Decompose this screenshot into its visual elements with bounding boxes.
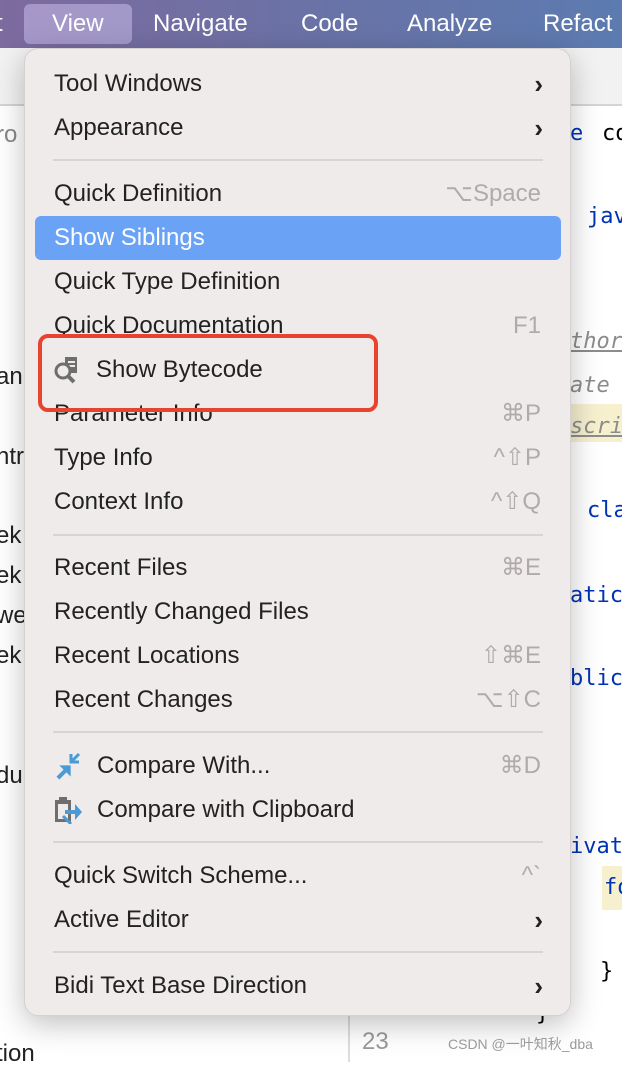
menu-separator [53, 841, 543, 843]
menu-item-recent-files[interactable]: Recent Files ⌘E [35, 546, 561, 590]
menu-item-label: Compare With... [97, 752, 271, 779]
menu-item-label: Show Siblings [54, 224, 205, 251]
menu-separator [53, 159, 543, 161]
menu-item-context-info[interactable]: Context Info ^⇧Q [35, 480, 561, 524]
menu-item-label: Recent Changes [54, 686, 233, 713]
menu-item-show-siblings[interactable]: Show Siblings [35, 216, 561, 260]
menu-item-type-info[interactable]: Type Info ^⇧P [35, 436, 561, 480]
menu-item-recent-locations[interactable]: Recent Locations ⇧⌘E [35, 634, 561, 678]
shortcut-label: F1 [512, 312, 541, 339]
menu-item-label: Context Info [54, 488, 184, 515]
shortcut-label: ⌘E [500, 554, 541, 581]
menu-refactor[interactable]: Refact [543, 8, 612, 40]
menu-item-label: Tool Windows [54, 70, 203, 97]
menu-item-label: Appearance [54, 114, 184, 141]
shortcut-label: ^⇧P [493, 444, 541, 471]
menu-item-label: Compare with Clipboard [97, 796, 355, 823]
view-menu: Tool Windows › Appearance › Quick Definition… [24, 48, 571, 1016]
menu-item-label: Type Info [54, 444, 153, 471]
compare-clipboard-icon [55, 797, 82, 824]
shortcut-label: ⌘P [500, 400, 541, 427]
menu-separator [53, 951, 543, 953]
menu-navigate[interactable]: Navigate [153, 8, 248, 40]
menu-item-label: Quick Definition [54, 180, 223, 207]
chevron-right-icon: › [534, 971, 543, 1001]
menu-item-recent-changes[interactable]: Recent Changes ⌥⇧C [35, 678, 561, 722]
menu-separator [53, 534, 543, 536]
menu-item-bidi-text-base-direction[interactable]: Bidi Text Base Direction › [35, 964, 561, 1008]
compare-icon [56, 752, 81, 780]
menu-separator [53, 731, 543, 733]
shortcut-label: ⌥⇧C [475, 686, 541, 713]
menu-item-label: Quick Switch Scheme... [54, 862, 308, 889]
shortcut-label: ⌘D [499, 752, 541, 779]
menu-item-label: Recent Locations [54, 642, 240, 669]
menu-view[interactable]: View [24, 4, 132, 44]
menu-item-label: Recently Changed Files [54, 598, 309, 625]
chevron-right-icon: › [534, 69, 543, 99]
menu-item-recently-changed-files[interactable]: Recently Changed Files [35, 590, 561, 634]
menu-code[interactable]: Code [301, 8, 358, 40]
menu-edit[interactable]: t [0, 8, 3, 40]
watermark: CSDN @一叶知秋_dba [448, 1036, 593, 1052]
menu-item-label: Active Editor [54, 906, 189, 933]
menu-item-quick-definition[interactable]: Quick Definition ⌥Space [35, 172, 561, 216]
shortcut-label: ⌥Space [445, 180, 541, 207]
shortcut-label: ^⇧Q [490, 488, 541, 515]
bytecode-search-icon [54, 357, 77, 384]
menu-item-compare-with-clipboard[interactable]: Compare with Clipboard [35, 788, 561, 832]
show-bytecode-item[interactable]: Show Bytecode [38, 334, 378, 412]
menu-item-quick-switch-scheme[interactable]: Quick Switch Scheme... ^` [35, 854, 561, 898]
chevron-right-icon: › [534, 113, 543, 143]
menubar: t View Navigate Code Analyze Refact [0, 0, 622, 48]
menu-item-quick-type-definition[interactable]: Quick Type Definition [35, 260, 561, 304]
menu-item-appearance[interactable]: Appearance › [35, 106, 561, 150]
menu-item-tool-windows[interactable]: Tool Windows › [35, 62, 561, 106]
shortcut-label: ⇧⌘E [480, 642, 541, 669]
menu-item-label: Bidi Text Base Direction [54, 972, 308, 999]
show-bytecode-label: Show Bytecode [96, 356, 263, 383]
menu-item-label: Recent Files [54, 554, 188, 581]
shortcut-label: ^` [521, 862, 541, 889]
menu-analyze[interactable]: Analyze [407, 8, 492, 40]
menu-item-active-editor[interactable]: Active Editor › [35, 898, 561, 942]
menu-item-compare-with[interactable]: Compare With... ⌘D [35, 744, 561, 788]
chevron-right-icon: › [534, 905, 543, 935]
menu-item-label: Quick Type Definition [54, 268, 281, 295]
